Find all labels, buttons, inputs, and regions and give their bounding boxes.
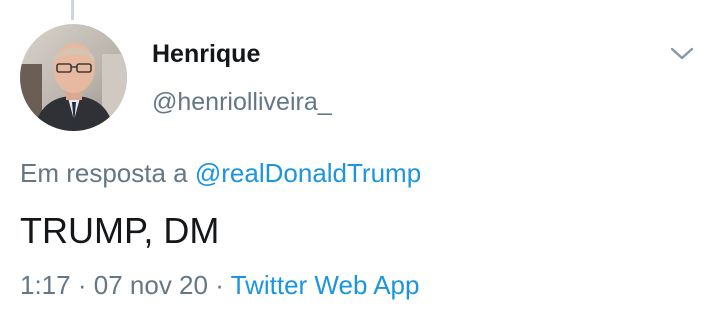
tweet-metadata: 1:17 · 07 nov 20 · Twitter Web App: [20, 268, 419, 302]
chevron-down-icon[interactable]: [668, 44, 696, 64]
thread-connector-line: [71, 0, 74, 20]
meta-separator: ·: [215, 270, 224, 300]
display-name[interactable]: Henrique: [152, 38, 260, 70]
reply-prefix: Em resposta a: [20, 158, 188, 188]
tweet-time[interactable]: 1:17: [20, 270, 71, 300]
tweet-source-link[interactable]: Twitter Web App: [231, 270, 420, 300]
avatar-photo: [20, 24, 127, 131]
tweet-text: TRUMP, DM: [20, 210, 220, 251]
meta-separator: ·: [77, 270, 87, 300]
avatar[interactable]: [20, 24, 127, 131]
tweet-date[interactable]: 07 nov 20: [94, 270, 208, 300]
user-handle[interactable]: @henriolliveira_: [152, 86, 332, 118]
reply-mention-link[interactable]: @realDonaldTrump: [195, 158, 421, 188]
reply-context: Em resposta a @realDonaldTrump: [20, 156, 421, 190]
